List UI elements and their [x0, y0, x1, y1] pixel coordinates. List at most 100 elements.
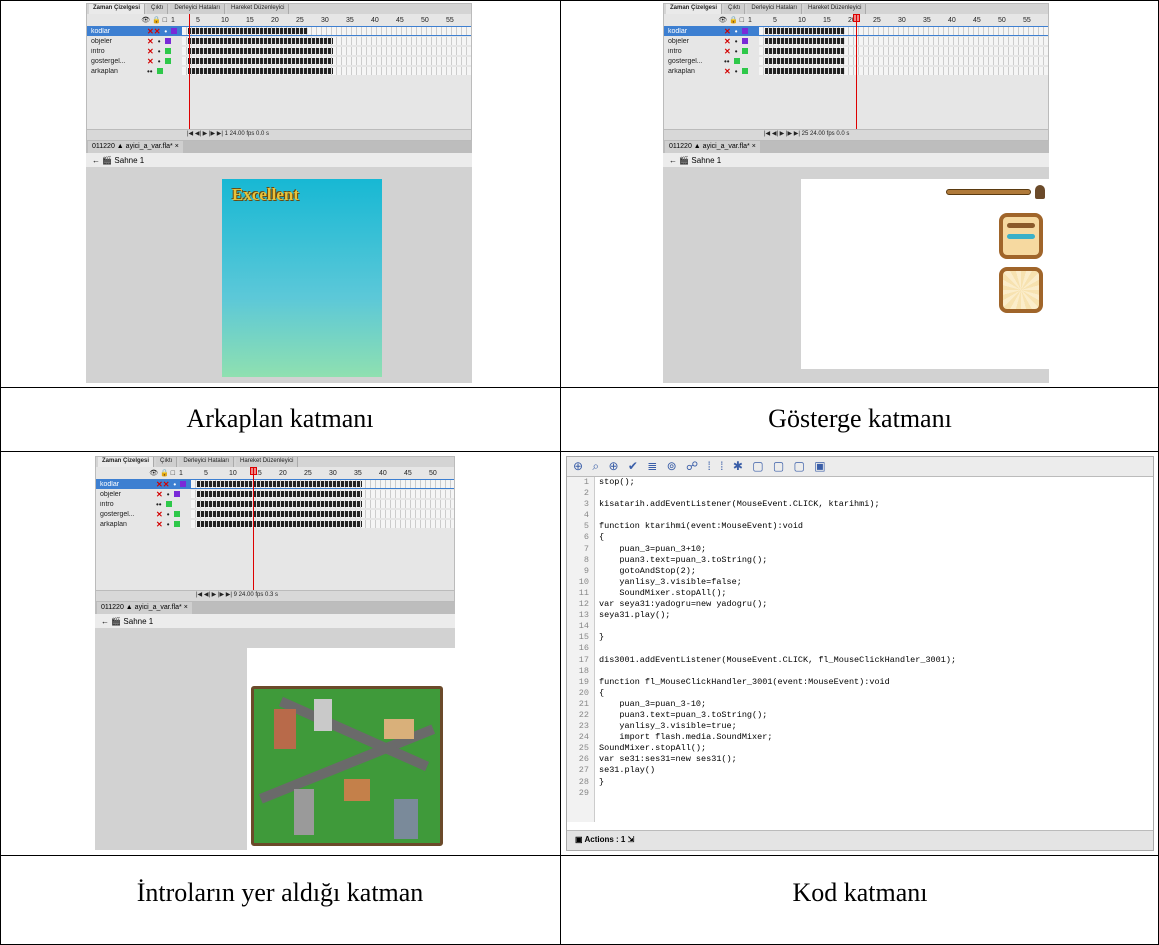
playhead[interactable] — [856, 14, 857, 132]
code-line[interactable]: 27 se31.play() — [567, 765, 1153, 776]
layer-objeler[interactable]: objeler ✕ • — [87, 36, 471, 46]
code-text: gotoAndStop(2); — [599, 565, 696, 576]
tab-output[interactable]: Çıktı — [724, 4, 746, 14]
layer-intro[interactable]: intro ✕ • — [87, 46, 471, 56]
code-line[interactable]: 15} — [567, 632, 1153, 643]
tab-timeline[interactable]: Zaman Çizelgesi — [89, 4, 146, 14]
actions-status-tab[interactable]: ▣ Actions : 1 ⇲ — [567, 830, 1153, 850]
line-number: 2 — [583, 488, 589, 499]
avatar-icon — [1035, 185, 1045, 199]
excellent-logo: Excellent — [232, 185, 300, 204]
code-line[interactable]: 8 puan3.text=puan_3.toString(); — [567, 555, 1153, 566]
code-line[interactable]: 14 — [567, 621, 1153, 632]
layer-intro[interactable]: intro •• — [96, 499, 454, 509]
tab-compiler-errors[interactable]: Derleyici Hataları — [179, 457, 235, 467]
playhead[interactable] — [253, 467, 254, 593]
line-number: 17 — [578, 654, 589, 665]
code-line[interactable]: 28} — [567, 777, 1153, 788]
frame-ruler: 1 5 10 15 20 25 30 35 40 45 50 55 — [748, 16, 1031, 24]
layer-gostergeler[interactable]: gostergel... ✕ • — [96, 509, 454, 519]
line-number: 15 — [578, 632, 589, 643]
code-line[interactable]: 21 puan_3=puan_3-10; — [567, 699, 1153, 710]
layer-arkaplan[interactable]: arkaplan •• — [87, 66, 471, 76]
row-divider — [0, 387, 1159, 388]
code-line[interactable]: 2 — [567, 488, 1153, 499]
code-text: function ktarihmi(event:MouseEvent):void — [599, 521, 804, 532]
stage-background: Excellent — [222, 179, 382, 377]
city-intro-image — [251, 686, 443, 846]
line-number: 9 — [583, 565, 589, 576]
tab-output[interactable]: Çıktı — [147, 4, 169, 14]
caption-kod: Kod katmanı — [792, 878, 928, 907]
line-number: 26 — [578, 754, 589, 765]
code-line[interactable]: 26 var se31:ses31=new ses31(); — [567, 754, 1153, 765]
code-line[interactable]: 25 SoundMixer.stopAll(); — [567, 743, 1153, 754]
tab-motion-editor[interactable]: Hareket Düzenleyici — [804, 4, 867, 14]
tab-timeline[interactable]: Zaman Çizelgesi — [98, 457, 155, 467]
code-line[interactable]: 1 stop(); — [567, 477, 1153, 488]
code-line[interactable]: 6{ — [567, 532, 1153, 543]
document-tab[interactable]: 011220 ▲ ayici_a_var.fla* × — [665, 141, 760, 153]
line-number: 10 — [578, 576, 589, 587]
code-text: function fl_MouseClickHandler_3001(event… — [599, 676, 890, 687]
tab-motion-editor[interactable]: Hareket Düzenleyici — [227, 4, 290, 14]
layer-kodlar[interactable]: kodlar ✕✕ • — [87, 26, 471, 36]
code-line[interactable]: 18 — [567, 666, 1153, 677]
scene-breadcrumb[interactable]: ← 🎬 Sahne 1 — [86, 153, 472, 167]
code-text: puan_3=puan_3-10; — [599, 698, 707, 709]
indicator-panel — [999, 267, 1043, 313]
code-text: stop(); — [599, 477, 635, 487]
layer-gostergeler[interactable]: gostergel... ✕ • — [87, 56, 471, 66]
code-text: puan_3=puan_3+10; — [599, 543, 707, 554]
line-number: 25 — [578, 743, 589, 754]
tab-output[interactable]: Çıktı — [156, 457, 178, 467]
layer-arkaplan[interactable]: arkaplan ✕ • — [96, 519, 454, 529]
code-line[interactable]: 23 yanlisy_3.visible=true; — [567, 721, 1153, 732]
line-number: 7 — [583, 543, 589, 554]
caption-gosterge: Gösterge katmanı — [768, 404, 952, 433]
tab-compiler-errors[interactable]: Derleyici Hataları — [170, 4, 226, 14]
code-line[interactable]: 4 — [567, 510, 1153, 521]
line-number: 16 — [578, 643, 589, 654]
scene-breadcrumb[interactable]: ← 🎬 Sahne 1 — [95, 614, 455, 628]
playhead[interactable] — [189, 14, 190, 132]
layer-objeler[interactable]: objeler ✕ • — [96, 489, 454, 499]
code-line[interactable]: 24 import flash.media.SoundMixer; — [567, 732, 1153, 743]
code-line[interactable]: 11 SoundMixer.stopAll(); — [567, 588, 1153, 599]
line-number: 12 — [578, 599, 589, 610]
code-line[interactable]: 10 yanlisy_3.visible=false; — [567, 577, 1153, 588]
code-line[interactable]: 29 — [567, 788, 1153, 799]
caption-arkaplan: Arkaplan katmanı — [186, 404, 374, 433]
tab-timeline[interactable]: Zaman Çizelgesi — [666, 4, 723, 14]
stage-area — [95, 628, 455, 850]
code-line[interactable]: 3 kisatarih.addEventListener(MouseEvent.C… — [567, 499, 1153, 510]
code-line[interactable]: 22 puan3.text=puan_3.toString(); — [567, 710, 1153, 721]
tab-compiler-errors[interactable]: Derleyici Hataları — [747, 4, 803, 14]
code-line[interactable]: 12 var seya31:yadogru=new yadogru(); — [567, 599, 1153, 610]
line-number: 5 — [583, 521, 589, 532]
frame-ruler: 1 5 10 15 20 25 30 35 40 45 50 — [179, 469, 437, 477]
code-text: seya31.play(); — [599, 610, 671, 621]
code-line[interactable]: 19 function fl_MouseClickHandler_3001(eve… — [567, 677, 1153, 688]
document-tab[interactable]: 011220 ▲ ayici_a_var.fla* × — [88, 141, 183, 153]
code-line[interactable]: 13 seya31.play(); — [567, 610, 1153, 621]
code-line[interactable]: 17 dis3001.addEventListener(MouseEvent.CL… — [567, 655, 1153, 666]
code-line[interactable]: 7 puan_3=puan_3+10; — [567, 544, 1153, 555]
tab-motion-editor[interactable]: Hareket Düzenleyici — [236, 457, 299, 467]
code-line[interactable]: 16 — [567, 643, 1153, 654]
code-text: { — [599, 532, 605, 543]
code-line[interactable]: 20 { — [567, 688, 1153, 699]
timeline-footer: |◀ ◀| ▶ |▶ ▶| 25 24.00 fps 0.0 s — [664, 129, 1048, 140]
code-editor[interactable]: 1 stop(); 2 3 kisatarih.addEventListener(Mou… — [567, 477, 1153, 822]
frame-ruler: 1 5 10 15 20 25 30 35 40 45 50 55 — [171, 16, 454, 24]
code-line[interactable]: 9 gotoAndStop(2); — [567, 566, 1153, 577]
scene-breadcrumb[interactable]: ← 🎬 Sahne 1 — [663, 153, 1049, 167]
layer-kodlar[interactable]: kodlar ✕✕ • — [96, 479, 454, 489]
code-toolbar[interactable]: ⊕ ⌕ ⊕ ✔ ≣ ⊚ ☍ ⁞ ⁞ ✱ ▢ ▢ ▢ ▣ — [567, 457, 1153, 477]
code-text: SoundMixer.stopAll(); — [599, 743, 707, 754]
code-line[interactable]: 5 function ktarihmi(event:MouseEvent):voi… — [567, 521, 1153, 532]
line-number: 23 — [578, 721, 589, 732]
row-divider — [0, 451, 1159, 452]
line-number: 29 — [578, 787, 589, 798]
document-tab[interactable]: 011220 ▲ ayici_a_var.fla* × — [97, 602, 192, 614]
